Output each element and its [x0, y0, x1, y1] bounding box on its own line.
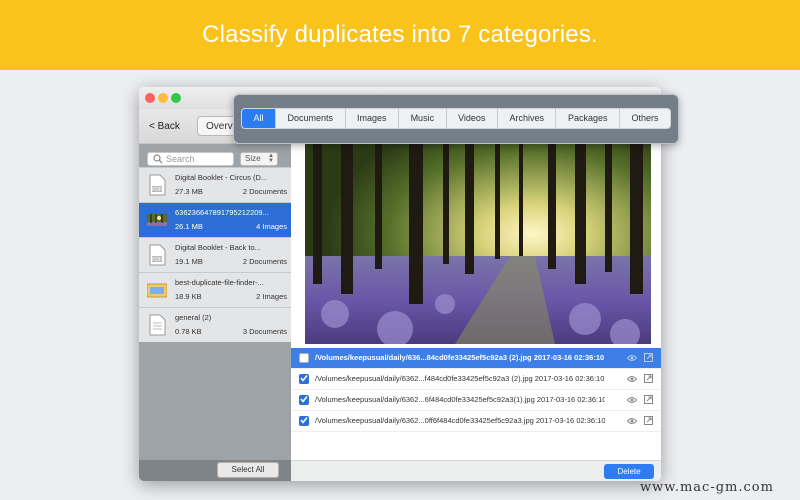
duplicate-path: /Volumes/keepusual/daily/636...84cd0fe33…	[315, 353, 605, 362]
tab-images[interactable]: Images	[344, 109, 399, 128]
checkmark-icon	[300, 375, 308, 382]
duplicate-path: /Volumes/keepusual/daily/6362...f484cd0f…	[315, 374, 605, 383]
duplicate-path: /Volumes/keepusual/daily/6362...6f484cd0…	[315, 395, 605, 404]
file-group-size: 0.78 KB	[175, 327, 202, 336]
tab-all[interactable]: All	[242, 109, 276, 128]
file-group-count: 2 Documents	[242, 187, 287, 196]
svg-text:PDF: PDF	[152, 187, 162, 193]
category-segmented-control: All Documents Images Music Videos Archiv…	[241, 108, 671, 129]
duplicate-row[interactable]: /Volumes/keepusual/daily/636...84cd0fe33…	[291, 348, 661, 369]
file-group-item[interactable]: PDF Digital Booklet - Circus (D... 27.3 …	[139, 167, 291, 202]
file-group-size: 26.1 MB	[175, 222, 203, 231]
updown-arrow-icon: ▲ ▼	[268, 153, 274, 164]
file-group-item[interactable]: 636236647891795212209... 26.1 MB 4 Image…	[139, 202, 291, 237]
search-box[interactable]	[147, 152, 234, 166]
promo-banner: Classify duplicates into 7 categories.	[0, 0, 800, 70]
file-group-size: 19.1 MB	[175, 257, 203, 266]
reveal-icon[interactable]	[644, 395, 653, 404]
category-bar: All Documents Images Music Videos Archiv…	[233, 94, 679, 144]
eye-icon[interactable]	[627, 375, 637, 383]
eye-icon[interactable]	[627, 396, 637, 404]
duplicate-row[interactable]: /Volumes/keepusual/daily/6362...0ff6f484…	[291, 411, 661, 432]
image-preview	[305, 144, 651, 344]
document-icon	[149, 314, 166, 336]
main-footer: Delete	[291, 460, 661, 481]
checkmark-icon	[300, 396, 308, 403]
duplicate-path: /Volumes/keepusual/daily/6362...0ff6f484…	[315, 416, 605, 425]
file-list: PDF Digital Booklet - Circus (D... 27.3 …	[139, 167, 291, 342]
zoom-window-button[interactable]	[171, 93, 181, 103]
tab-archives[interactable]: Archives	[496, 109, 556, 128]
file-group-item[interactable]: best-duplicate-file-finder-... 18.9 KB 2…	[139, 272, 291, 307]
file-group-name: Digital Booklet - Back to...	[175, 243, 261, 252]
row-checkbox[interactable]	[299, 353, 309, 363]
file-group-item[interactable]: PDF Digital Booklet - Back to... 19.1 MB…	[139, 237, 291, 272]
select-all-button[interactable]: Select All	[217, 462, 279, 478]
sort-select-label: Size	[245, 154, 261, 163]
pdf-icon: PDF	[149, 174, 166, 196]
watermark: www.mac-gm.com	[640, 480, 774, 495]
tab-packages[interactable]: Packages	[555, 109, 619, 128]
tab-documents[interactable]: Documents	[275, 109, 345, 128]
duplicate-row[interactable]: /Volumes/keepusual/daily/6362...f484cd0f…	[291, 369, 661, 390]
file-group-name: best-duplicate-file-finder-...	[175, 278, 264, 287]
svg-text:PDF: PDF	[152, 257, 162, 263]
eye-icon[interactable]	[627, 417, 637, 425]
duplicate-row[interactable]: /Volumes/keepusual/daily/6362...6f484cd0…	[291, 390, 661, 411]
image-icon	[147, 214, 167, 226]
file-group-count: 2 Images	[256, 292, 287, 301]
file-group-name: 636236647891795212209...	[175, 208, 269, 217]
app-window: < Back Overvie Size ▲▼ PDF	[139, 87, 661, 481]
sidebar-footer: Select All	[139, 460, 291, 481]
eye-icon[interactable]	[627, 354, 637, 362]
image-icon	[147, 283, 167, 298]
back-button[interactable]: < Back	[149, 121, 180, 132]
sidebar: Size ▲▼ PDF Digital Booklet - Circus (D.…	[139, 144, 291, 481]
row-checkbox[interactable]	[299, 416, 309, 426]
sort-select[interactable]: Size ▲ ▼	[240, 152, 278, 166]
file-group-item[interactable]: general (2) 0.78 KB 3 Documents	[139, 307, 291, 342]
reveal-icon[interactable]	[644, 353, 653, 362]
banner-title: Classify duplicates into 7 categories.	[202, 21, 598, 48]
row-checkbox[interactable]	[299, 395, 309, 405]
reveal-icon[interactable]	[644, 374, 653, 383]
file-group-count: 3 Documents	[242, 327, 287, 336]
row-checkbox[interactable]	[299, 374, 309, 384]
file-group-name: general (2)	[175, 313, 212, 322]
close-window-button[interactable]	[145, 93, 155, 103]
pdf-icon: PDF	[149, 244, 166, 266]
main-panel: /Volumes/keepusual/daily/636...84cd0fe33…	[291, 144, 661, 481]
file-group-count: 4 Images	[256, 222, 287, 231]
minimize-window-button[interactable]	[158, 93, 168, 103]
tab-music[interactable]: Music	[398, 109, 446, 128]
forest-photo	[305, 144, 651, 344]
file-group-count: 2 Documents	[242, 257, 287, 266]
search-input[interactable]	[166, 153, 230, 165]
duplicate-list: /Volumes/keepusual/daily/636...84cd0fe33…	[291, 348, 661, 432]
file-group-name: Digital Booklet - Circus (D...	[175, 173, 268, 182]
tab-videos[interactable]: Videos	[445, 109, 497, 128]
checkmark-icon	[300, 417, 308, 424]
file-group-size: 27.3 MB	[175, 187, 203, 196]
search-icon	[153, 154, 163, 164]
delete-button[interactable]: Delete	[604, 464, 654, 479]
file-group-size: 18.9 KB	[175, 292, 202, 301]
tab-others[interactable]: Others	[618, 109, 670, 128]
reveal-icon[interactable]	[644, 416, 653, 425]
search-row: Size ▲▼	[147, 152, 285, 166]
